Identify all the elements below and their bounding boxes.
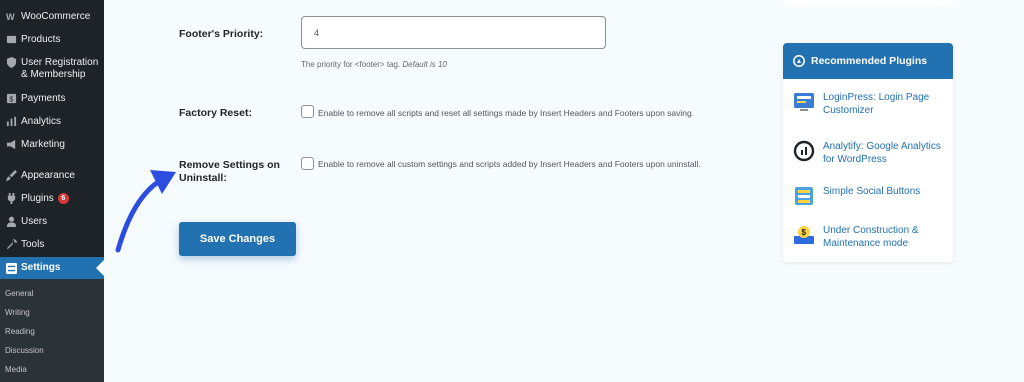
sidebar-item-label: WooCommerce xyxy=(21,11,91,22)
plugin-simple-social-buttons[interactable]: Simple Social Buttons xyxy=(783,185,953,207)
sidebar-item-label: Users xyxy=(21,216,48,227)
plugin-under-construction[interactable]: $ Under Construction & Maintenance mode xyxy=(783,224,953,250)
sidebar-item-label: Marketing xyxy=(21,139,65,150)
settings-icon xyxy=(0,262,18,274)
plugins-icon xyxy=(793,55,805,67)
svg-text:W: W xyxy=(6,12,15,22)
submenu-item-media[interactable]: Media xyxy=(5,365,27,374)
factory-reset-label: Factory Reset: xyxy=(179,107,252,119)
sidebar-item-appearance[interactable]: Appearance xyxy=(0,170,104,182)
sidebar-item-user-registration[interactable]: User Registration & Membership xyxy=(0,57,104,81)
sidebar-item-settings[interactable]: Settings xyxy=(0,257,104,279)
active-menu-indicator xyxy=(96,260,104,276)
submenu-item-writing[interactable]: Writing xyxy=(5,308,30,317)
sidebar-item-label: User Registration & Membership xyxy=(21,57,99,80)
factory-reset-description: Enable to remove all scripts and reset a… xyxy=(318,108,695,118)
annotation-arrow xyxy=(115,170,176,253)
sidebar-item-label: Appearance xyxy=(21,170,75,181)
sidebar-item-label: Products xyxy=(21,34,61,45)
shield-icon xyxy=(0,57,18,68)
sidebar-item-products[interactable]: Products xyxy=(0,34,104,46)
sidebar-item-users[interactable]: Users xyxy=(0,216,104,228)
footer-priority-input[interactable] xyxy=(301,16,606,49)
sidebar-item-label: Plugins xyxy=(21,193,54,204)
sidebar-item-label: Tools xyxy=(21,239,45,250)
admin-sidebar: W WooCommerce Products User Registration… xyxy=(0,0,104,382)
paintbrush-icon xyxy=(0,170,18,181)
analytify-icon xyxy=(793,140,815,162)
footer-priority-label: Footer's Priority: xyxy=(179,28,264,40)
submenu-item-discussion[interactable]: Discussion xyxy=(5,346,44,355)
remove-settings-description: Enable to remove all custom settings and… xyxy=(318,159,701,169)
sidebar-item-label: Settings xyxy=(21,262,61,273)
social-buttons-icon xyxy=(795,187,813,205)
plugin-icon xyxy=(0,193,18,204)
recommended-plugins-widget: Recommended Plugins LoginPress: Login Pa… xyxy=(783,43,953,262)
sidebar-item-payments[interactable]: $ Payments xyxy=(0,93,104,105)
sidebar-item-tools[interactable]: Tools xyxy=(0,239,104,251)
svg-text:$: $ xyxy=(802,228,807,237)
loginpress-icon xyxy=(794,93,814,111)
remove-settings-label: Remove Settings on Uninstall: xyxy=(179,159,280,184)
save-changes-button[interactable]: Save Changes xyxy=(179,222,296,256)
factory-reset-checkbox[interactable] xyxy=(301,105,314,118)
megaphone-icon xyxy=(0,139,18,150)
users-icon xyxy=(0,216,18,227)
submenu-item-reading[interactable]: Reading xyxy=(5,327,35,336)
wrench-icon xyxy=(0,239,18,250)
sidebar-item-woocommerce[interactable]: W WooCommerce xyxy=(0,11,104,23)
footer-priority-help: The priority for <footer> tag. Default i… xyxy=(301,60,447,69)
sidebar-item-analytics[interactable]: Analytics xyxy=(0,116,104,128)
submenu-item-general[interactable]: General xyxy=(5,289,33,298)
plugin-analytify[interactable]: Analytify: Google Analytics for WordPres… xyxy=(783,140,953,166)
sidebar-item-label: Analytics xyxy=(21,116,62,127)
products-icon xyxy=(0,34,18,45)
svg-text:$: $ xyxy=(9,94,13,103)
plugin-name: Simple Social Buttons xyxy=(823,186,921,197)
sidebar-item-label: Payments xyxy=(21,93,66,104)
sidebar-item-marketing[interactable]: Marketing xyxy=(0,139,104,151)
plugin-loginpress[interactable]: LoginPress: Login Page Customizer xyxy=(783,91,953,117)
payments-icon: $ xyxy=(0,93,18,104)
plugin-name: Analytify: Google Analytics for WordPres… xyxy=(823,141,941,165)
woocommerce-icon: W xyxy=(0,11,18,22)
sidebar-item-plugins[interactable]: Plugins 6 xyxy=(0,193,104,205)
sidebar-widget-top xyxy=(783,0,953,7)
update-count-badge: 6 xyxy=(57,193,69,204)
settings-submenu: General Writing Reading Discussion Media xyxy=(0,279,104,382)
help-text: The priority for <footer> tag. xyxy=(301,60,401,69)
help-default: Default is 10 xyxy=(402,60,447,69)
plugin-name: LoginPress: Login Page Customizer xyxy=(823,92,930,116)
plugin-name: Under Construction & Maintenance mode xyxy=(823,225,919,249)
recommended-plugins-header: Recommended Plugins xyxy=(783,43,953,79)
analytics-icon xyxy=(0,116,18,127)
recommended-plugins-title: Recommended Plugins xyxy=(811,55,928,67)
under-construction-icon: $ xyxy=(794,226,814,244)
